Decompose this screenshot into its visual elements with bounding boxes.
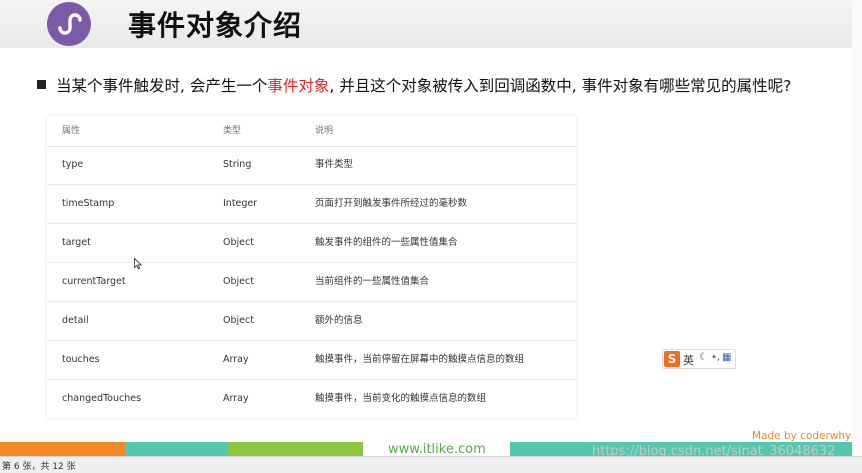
cell-type: Array	[223, 354, 249, 365]
page-indicator: 第 6 张，共 12 张	[2, 462, 76, 472]
ime-language-toggle[interactable]: 英	[683, 352, 694, 368]
properties-table: 属性 类型 说明 type String 事件类型 timeStamp Inte…	[47, 116, 576, 418]
cell-description: 触摸事件，当前变化的触摸点信息的数组	[315, 393, 487, 404]
cell-description: 触发事件的组件的一些属性值集合	[315, 237, 458, 248]
bullet-square	[37, 80, 46, 89]
header-type: 类型	[223, 126, 242, 136]
input-method-toolbar[interactable]: S 英 ☾ •, ▦	[662, 349, 736, 369]
grid-icon[interactable]: ▦	[722, 352, 731, 363]
table-row: touches Array 触摸事件，当前停留在屏幕中的触摸点信息的数组	[47, 341, 576, 380]
cell-description: 当前组件的一些属性值集合	[315, 276, 430, 287]
cell-description: 页面打开到触发事件所经过的毫秒数	[315, 198, 468, 209]
table-row: type String 事件类型	[47, 146, 576, 185]
table-row: detail Object 额外的信息	[47, 302, 576, 341]
table-row: target Object 触发事件的组件的一些属性值集合	[47, 224, 576, 263]
cell-property: target	[62, 237, 91, 248]
question-highlight: 事件对象	[267, 77, 330, 95]
mouse-pointer-icon	[134, 255, 143, 274]
footer-color-bar-orange	[0, 442, 125, 456]
cell-property: changedTouches	[62, 393, 142, 404]
table-row: changedTouches Array 触摸事件，当前变化的触摸点信息的数组	[47, 380, 576, 418]
sogou-logo-icon: S	[664, 351, 680, 367]
header-property: 属性	[62, 126, 81, 136]
cell-property: type	[62, 159, 84, 170]
cell-type: Object	[223, 315, 254, 326]
slide-header: 事件对象介绍	[0, 0, 862, 48]
cell-property: detail	[62, 315, 89, 326]
table-row: timeStamp Integer 页面打开到触发事件所经过的毫秒数	[47, 185, 576, 224]
cell-type: Array	[223, 393, 249, 404]
cell-description: 额外的信息	[315, 315, 363, 326]
status-bar: 第 6 张，共 12 张	[0, 456, 862, 473]
punctuation-icon[interactable]: •,	[711, 352, 720, 363]
window-edge	[852, 0, 862, 456]
cell-property: currentTarget	[62, 276, 126, 287]
mini-program-logo-icon	[47, 2, 91, 46]
cell-property: timeStamp	[62, 198, 115, 209]
footer-color-bar-green	[228, 442, 363, 456]
question-text: 当某个事件触发时, 会产生一个事件对象, 并且这个对象被传入到回调函数中, 事件…	[56, 74, 791, 96]
table-header-row: 属性 类型 说明	[47, 116, 576, 147]
cell-type: Integer	[223, 198, 258, 209]
table-row: currentTarget Object 当前组件的一些属性值集合	[47, 263, 576, 302]
cell-property: touches	[62, 354, 100, 365]
moon-icon[interactable]: ☾	[699, 352, 708, 363]
cell-description: 触摸事件，当前停留在屏幕中的触摸点信息的数组	[315, 354, 525, 365]
question-after: , 并且这个对象被传入到回调函数中, 事件对象有哪些常见的属性呢?	[329, 77, 792, 95]
cell-type: Object	[223, 276, 254, 287]
header-description: 说明	[315, 126, 334, 136]
cell-type: Object	[223, 237, 254, 248]
cell-type: String	[223, 159, 252, 170]
cell-description: 事件类型	[315, 159, 354, 170]
made-by-label: Made by coderwhy	[752, 430, 852, 442]
footer-color-bar-teal	[125, 442, 228, 456]
question-before: 当某个事件触发时, 会产生一个	[56, 77, 268, 95]
slide-title: 事件对象介绍	[128, 9, 303, 42]
